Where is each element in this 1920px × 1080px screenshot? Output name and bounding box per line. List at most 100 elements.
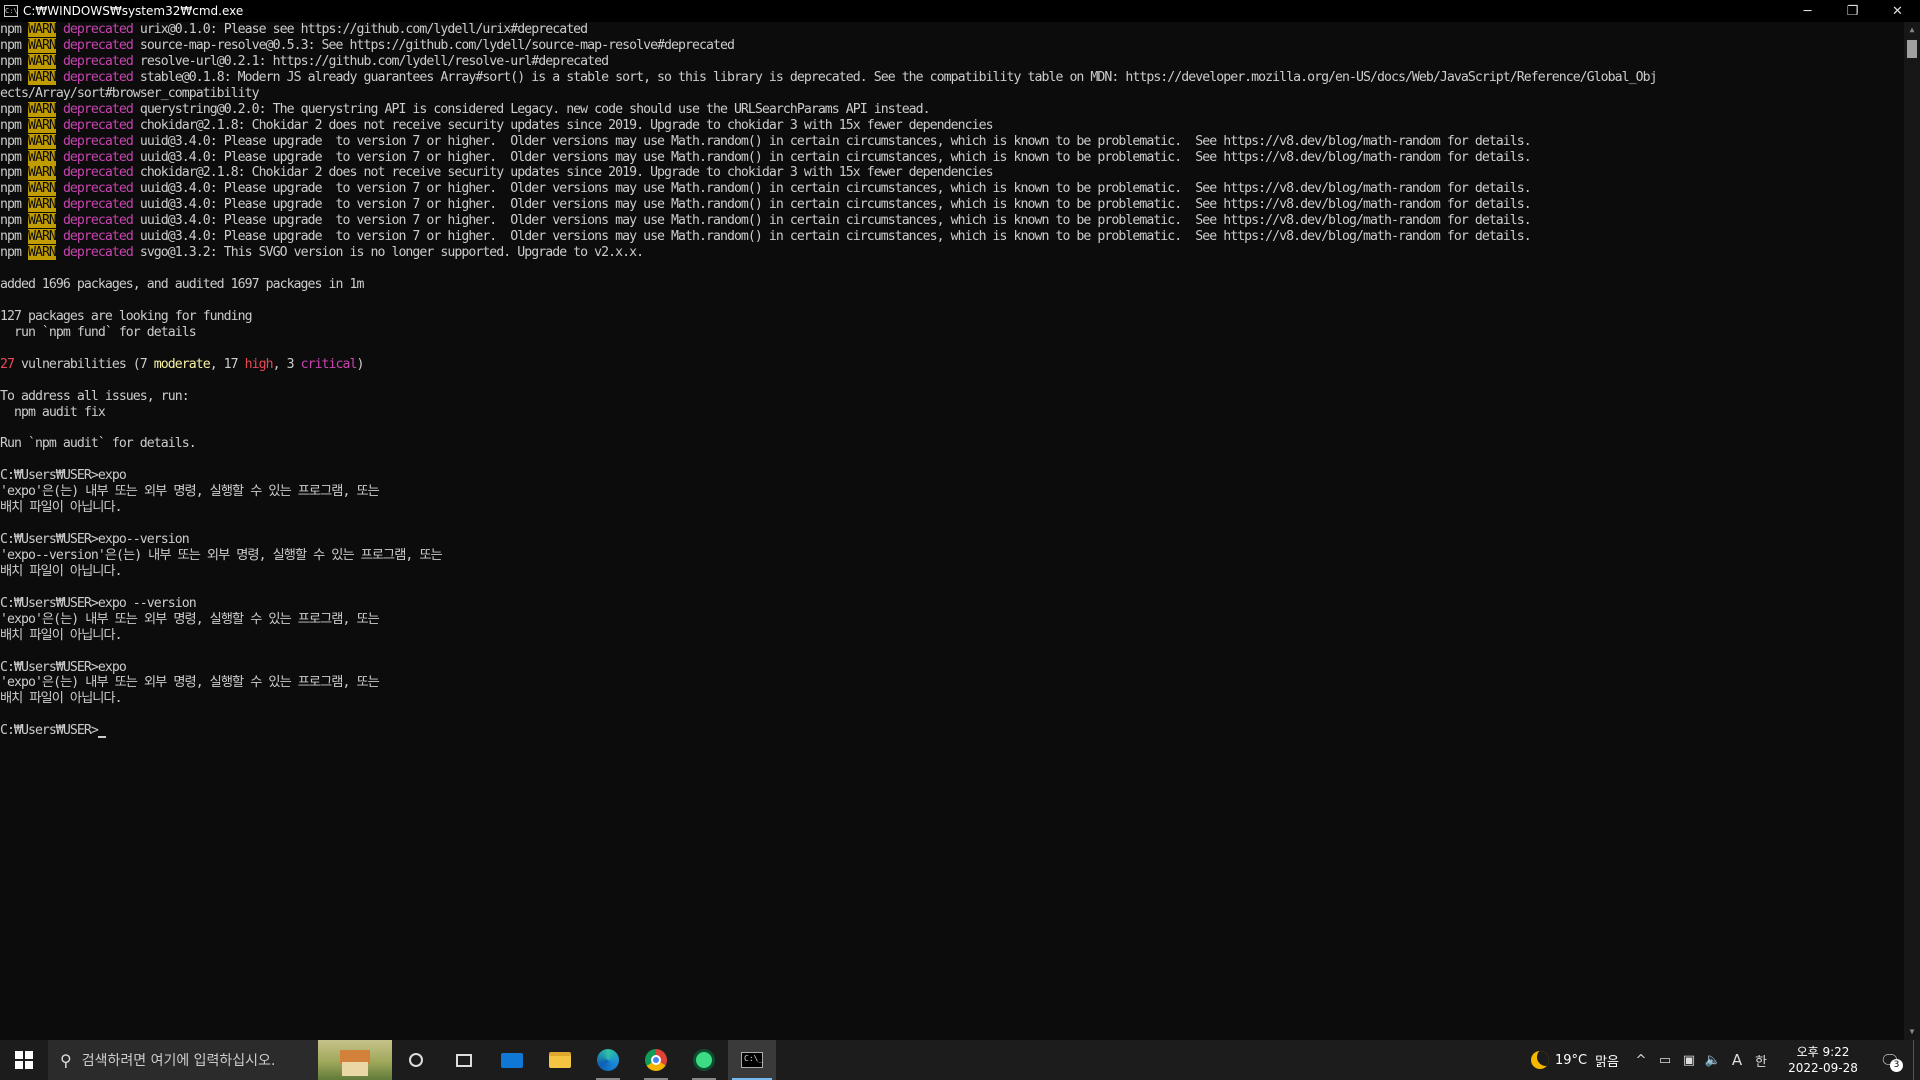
console-text: vulnerabilities (7 — [13, 356, 154, 372]
weather-moon-icon[interactable] — [1530, 1051, 1549, 1069]
console-text: uuid@3.4.0: Please upgrade to version 7 … — [132, 149, 1532, 165]
scroll-down-arrow[interactable]: ▼ — [1904, 1024, 1920, 1040]
console-line: C:₩Users₩USER>expo — [0, 660, 1904, 676]
console-line: 27 vulnerabilities (7 moderate, 17 high,… — [0, 357, 1904, 373]
console-text: C:₩Users₩USER>expo--version — [0, 532, 190, 547]
search-highlight-illustration[interactable] — [318, 1040, 392, 1080]
console-text: npm — [0, 213, 28, 229]
notification-center-button[interactable]: 🗨 3 — [1867, 1040, 1913, 1080]
taskbar-chrome[interactable] — [632, 1040, 680, 1080]
weather-description[interactable]: 맑음 — [1595, 1051, 1619, 1070]
weather-temperature[interactable]: 19°C — [1555, 1053, 1587, 1068]
console-line: npm WARN deprecated querystring@0.2.0: T… — [0, 101, 1904, 118]
taskbar-clock[interactable]: 오후 9:22 2022-09-28 — [1779, 1044, 1867, 1076]
ime-language-indicator[interactable]: 한 — [1749, 1051, 1773, 1070]
taskbar-edge[interactable] — [584, 1040, 632, 1080]
console-text: npm — [0, 22, 28, 37]
console-text: npm — [0, 229, 28, 245]
console-text: C:₩Users₩USER> — [0, 723, 99, 739]
console-text: 배치 파일이 아닙니다. — [0, 563, 123, 579]
console-text: deprecated — [62, 37, 134, 53]
console-text: C:₩Users₩USER>expo --version — [0, 595, 197, 611]
window-title: C:₩WINDOWS₩system32₩cmd.exe — [23, 4, 244, 18]
window-title-bar[interactable]: C:\ C:₩WINDOWS₩system32₩cmd.exe ─ ❐ ✕ — [0, 0, 1920, 22]
close-button[interactable]: ✕ — [1875, 0, 1920, 22]
console-text: C:₩Users₩USER>expo — [0, 659, 127, 675]
console-line: 'expo'은(는) 내부 또는 외부 명령, 실행할 수 있는 프로그램, 또… — [0, 675, 1904, 691]
console-text: 'expo'은(는) 내부 또는 외부 명령, 실행할 수 있는 프로그램, 또… — [0, 484, 380, 500]
text-cursor — [97, 736, 106, 739]
console-text: npm — [0, 53, 28, 69]
cmd-window-icon[interactable]: C:\ — [4, 5, 18, 17]
console-text: WARN — [27, 117, 57, 133]
console-text: WARN — [27, 37, 57, 53]
console-scrollbar[interactable]: ▲ ▼ — [1904, 22, 1920, 1040]
clock-date: 2022-09-28 — [1788, 1061, 1858, 1075]
task-view-icon — [456, 1053, 472, 1067]
console-text: deprecated — [62, 245, 134, 261]
console-text: npm — [0, 197, 28, 213]
console-output[interactable]: npm WARN deprecated urix@0.1.0: Please s… — [0, 22, 1904, 1040]
scroll-up-arrow[interactable]: ▲ — [1904, 22, 1920, 38]
console-text: 'expo'은(는) 내부 또는 외부 명령, 실행할 수 있는 프로그램, 또… — [0, 675, 380, 691]
cortana-button[interactable] — [392, 1040, 440, 1080]
taskbar: ⚲ 검색하려면 여기에 입력하십시오. C:\_ 19°C 맑음 ^ ▭ ▣ 🔈… — [0, 1040, 1920, 1080]
console-text: npm — [0, 165, 28, 181]
console-line: added 1696 packages, and audited 1697 pa… — [0, 277, 1904, 293]
console-text: WARN — [27, 245, 57, 261]
console-text: 'expo--version'은(는) 내부 또는 외부 명령, 실행할 수 있… — [0, 547, 443, 563]
ime-mode-indicator[interactable]: A — [1725, 1051, 1749, 1069]
console-text: run `npm fund` for details — [0, 324, 197, 340]
restore-button[interactable]: ❐ — [1830, 0, 1875, 22]
volume-icon[interactable]: 🔈 — [1701, 1053, 1725, 1068]
console-text: moderate — [153, 356, 211, 372]
mail-icon — [501, 1052, 523, 1068]
console-text: ) — [356, 356, 365, 372]
taskbar-search-box[interactable]: ⚲ 검색하려면 여기에 입력하십시오. — [48, 1040, 392, 1080]
console-text: npm — [0, 181, 28, 197]
show-desktop-button[interactable] — [1913, 1040, 1920, 1080]
scrollbar-thumb[interactable] — [1907, 40, 1917, 58]
console-text: deprecated — [62, 117, 134, 133]
taskbar-mail[interactable] — [488, 1040, 536, 1080]
meet-now-icon[interactable]: ▭ — [1653, 1053, 1677, 1068]
console-text: high — [244, 356, 274, 372]
minimize-button[interactable]: ─ — [1785, 0, 1830, 22]
taskbar-file-explorer[interactable] — [536, 1040, 584, 1080]
console-text: added 1696 packages, and audited 1697 pa… — [0, 277, 364, 292]
taskbar-android-studio[interactable] — [680, 1040, 728, 1080]
console-text: deprecated — [62, 22, 134, 37]
console-text: deprecated — [62, 149, 134, 165]
console-text: source-map-resolve@0.5.3: See https://gi… — [132, 37, 735, 53]
console-text: 'expo'은(는) 내부 또는 외부 명령, 실행할 수 있는 프로그램, 또… — [0, 611, 380, 627]
task-view-button[interactable] — [440, 1040, 488, 1080]
console-text: WARN — [27, 69, 57, 85]
console-text: C:₩Users₩USER>expo — [0, 468, 127, 484]
start-button[interactable] — [0, 1040, 48, 1080]
cortana-icon — [409, 1053, 423, 1067]
console-line: ects/Array/sort#browser_compatibility — [0, 86, 1904, 102]
taskbar-cmd[interactable]: C:\_ — [728, 1040, 776, 1080]
clock-time: 오후 9:22 — [1796, 1045, 1850, 1059]
console-text: chokidar@2.1.8: Chokidar 2 does not rece… — [132, 165, 994, 181]
network-icon[interactable]: ▣ — [1677, 1053, 1701, 1068]
console-line: run `npm fund` for details — [0, 325, 1904, 341]
console-text: stable@0.1.8: Modern JS already guarante… — [132, 69, 1658, 85]
file-explorer-icon — [549, 1052, 571, 1068]
console-text: WARN — [27, 197, 57, 213]
search-icon: ⚲ — [60, 1050, 72, 1070]
console-text: 27 — [0, 356, 15, 372]
tray-chevron-icon[interactable]: ^ — [1629, 1053, 1653, 1068]
